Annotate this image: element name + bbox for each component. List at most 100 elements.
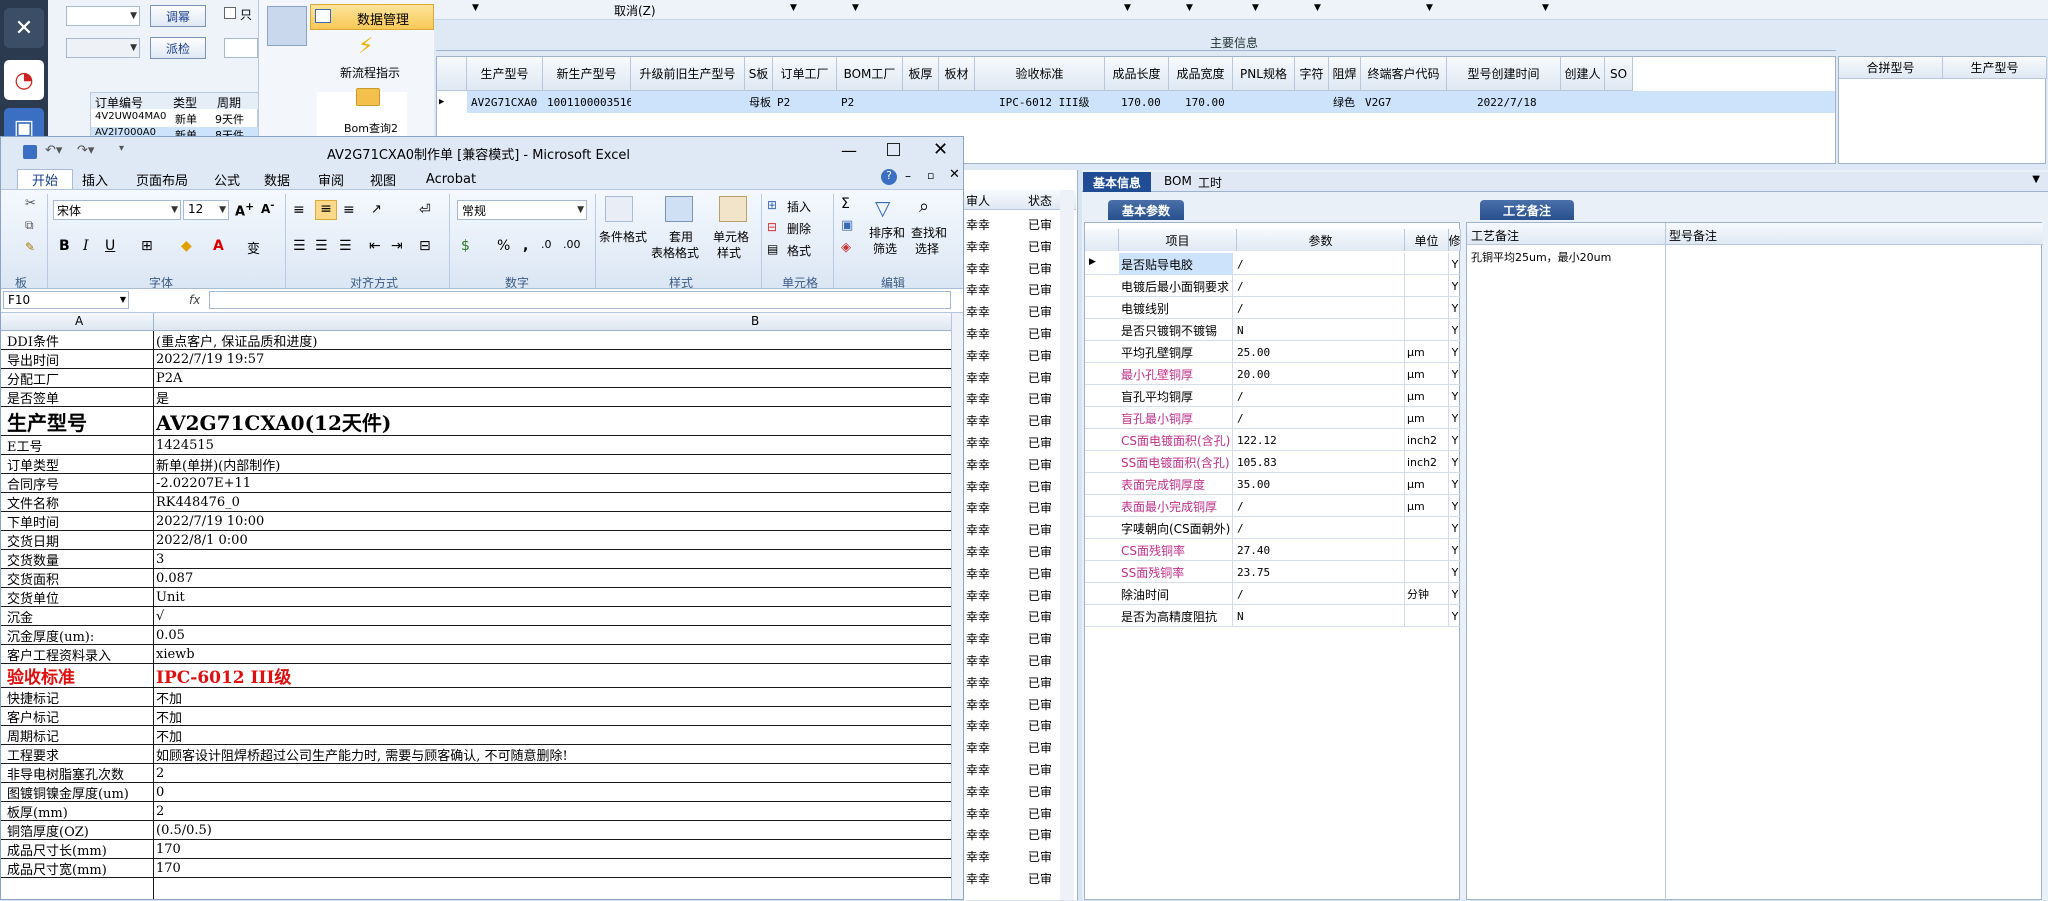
ribbon-close-icon[interactable]: ✕ (949, 167, 960, 182)
format-as-table-label-1[interactable]: 套用 (669, 228, 693, 245)
cell-value[interactable]: Unit (156, 588, 185, 606)
list-cell-reviewer[interactable]: 幸幸 (966, 674, 990, 691)
list-cell-reviewer[interactable]: 幸幸 (966, 761, 990, 778)
tab-bom[interactable]: BOM (1164, 174, 1192, 188)
sheet-row[interactable]: 交货日期 2022/8/1 0:00 (1, 531, 951, 550)
col-header[interactable]: 状态 (1028, 192, 1052, 209)
align-middle-icon[interactable]: ≡ (315, 200, 337, 220)
cell-label[interactable]: 图镀铜镍金厚度(um) (7, 783, 129, 802)
cell-label[interactable]: 快捷标记 (7, 688, 59, 707)
cell-label[interactable]: 非导电树脂塞孔次数 (7, 764, 124, 783)
list-cell-reviewer[interactable]: 幸幸 (966, 652, 990, 669)
param-name[interactable]: SS面电镀面积(含孔) (1119, 451, 1233, 473)
italic-icon[interactable]: I (83, 238, 89, 254)
find-select-icon[interactable]: ⌕ (919, 196, 929, 217)
col-header[interactable]: 板材 (939, 57, 975, 91)
param-flag[interactable]: Y (1449, 561, 1461, 583)
list-cell-reviewer[interactable]: 幸幸 (966, 390, 990, 407)
cell-label[interactable]: 交货日期 (7, 531, 59, 550)
font-color-icon[interactable]: A (213, 238, 224, 254)
column-header-a[interactable]: A (75, 314, 83, 328)
col-header[interactable]: 成品宽度 (1169, 57, 1233, 91)
col-header[interactable]: 升级前旧生产型号 (631, 57, 745, 91)
param-name[interactable]: CS面电镀面积(含孔) (1119, 429, 1233, 451)
list-cell-reviewer[interactable]: 幸幸 (966, 608, 990, 625)
cell-value[interactable]: 不加 (156, 726, 182, 745)
list-cell-reviewer[interactable]: 幸幸 (966, 696, 990, 713)
list-cell-reviewer[interactable]: 幸幸 (966, 216, 990, 233)
list-cell-reviewer[interactable]: 幸幸 (966, 369, 990, 386)
param-value[interactable]: / (1237, 253, 1405, 275)
sheet-row[interactable]: 交货单位 Unit (1, 588, 951, 607)
order-cell[interactable]: 4V2UW04MA0 (95, 111, 166, 122)
sheet-row[interactable]: 交货面积 0.087 (1, 569, 951, 588)
pie-chart-icon[interactable]: ◔ (4, 60, 44, 100)
cell-label[interactable]: 周期标记 (7, 726, 59, 745)
list-cell-reviewer[interactable]: 幸幸 (966, 303, 990, 320)
tab-review[interactable]: 审阅 (311, 169, 351, 189)
maximize-icon[interactable] (887, 143, 900, 156)
col-header[interactable]: 生产型号 (467, 57, 543, 91)
cell-label[interactable]: 铜箔厚度(OZ) (7, 821, 89, 840)
list-cell-reviewer[interactable]: 幸幸 (966, 826, 990, 843)
param-name[interactable]: 最小孔壁铜厚 (1119, 363, 1233, 385)
cell-value[interactable]: 不加 (156, 707, 182, 726)
list-cell-status[interactable]: 已审 (1028, 848, 1052, 865)
list-cell-status[interactable]: 已审 (1028, 652, 1052, 669)
param-flag[interactable]: Y (1449, 605, 1461, 627)
font-name-combo[interactable]: 宋体 ▼ (53, 200, 181, 220)
list-cell-reviewer[interactable]: 幸幸 (966, 347, 990, 364)
cell-label[interactable]: DDI条件 (7, 331, 59, 350)
cell[interactable]: 2022/7/18 (1475, 91, 1555, 113)
col-header[interactable]: PNL规格 (1233, 57, 1295, 91)
param-value[interactable]: / (1237, 517, 1405, 539)
col-header[interactable]: 板厚 (903, 57, 939, 91)
cell-label[interactable]: E工号 (7, 436, 43, 455)
col-header[interactable]: 新生产型号 (543, 57, 631, 91)
param-name[interactable]: 表面完成铜厚度 (1119, 473, 1233, 495)
sort-filter-label-2[interactable]: 筛选 (873, 240, 897, 257)
list-cell-reviewer[interactable]: 幸幸 (966, 325, 990, 342)
cell-label[interactable]: 板厚(mm) (7, 802, 68, 821)
percent-icon[interactable]: % (497, 238, 510, 254)
list-cell-status[interactable]: 已审 (1028, 543, 1052, 560)
insert-cells-button[interactable]: 插入 (787, 198, 811, 215)
cell-value[interactable]: 如顾客设计阻焊桥超过公司生产能力时, 需要与顾客确认, 不可随意删除! (156, 745, 568, 764)
align-bottom-icon[interactable]: ≡ (343, 202, 355, 218)
cell-value[interactable]: RK448476_0 (156, 493, 240, 511)
cell-value[interactable]: 新单(单拼)(内部制作) (156, 455, 280, 474)
list-cell-status[interactable]: 已审 (1028, 238, 1052, 255)
col-header[interactable]: 验收标准 (975, 57, 1105, 91)
sheet-row[interactable]: 导出时间 2022/7/19 19:57 (1, 350, 951, 369)
param-value[interactable]: / (1237, 385, 1405, 407)
list-cell-status[interactable]: 已审 (1028, 369, 1052, 386)
cell[interactable]: 10011000035162 (545, 91, 631, 113)
cell-value[interactable]: 2 (156, 802, 164, 820)
cell[interactable]: P2 (839, 91, 899, 113)
param-value[interactable]: 105.83 (1237, 451, 1405, 473)
worksheet[interactable]: DDI条件 (重点客户, 保证品质和进度) 导出时间 2022/7/19 19:57 分… (1, 331, 951, 899)
format-painter-icon[interactable]: ✎ (25, 240, 35, 254)
param-flag[interactable]: Y (1449, 407, 1461, 429)
list-cell-status[interactable]: 已审 (1028, 390, 1052, 407)
nav-item-data-management[interactable]: 数据管理 (310, 4, 434, 30)
bold-icon[interactable]: B (59, 238, 70, 254)
param-row[interactable]: 是否为高精度阻抗 N Y (1085, 605, 1461, 627)
col-header[interactable]: 工艺备注 (1471, 227, 1519, 244)
cell-styles-icon[interactable] (719, 196, 747, 222)
cell-value[interactable]: 2022/8/1 0:00 (156, 531, 248, 549)
param-name[interactable]: 除油时间 (1119, 583, 1233, 605)
tab-insert[interactable]: 插入 (75, 169, 115, 189)
col-header[interactable]: 合拼型号 (1839, 57, 1943, 79)
param-name[interactable]: 字唛朝向(CS面朝外) (1119, 517, 1233, 539)
param-value[interactable]: / (1237, 583, 1405, 605)
help-icon[interactable]: ? (881, 169, 897, 185)
cell[interactable]: V2G7 (1363, 91, 1443, 113)
list-cell-reviewer[interactable]: 幸幸 (966, 260, 990, 277)
nav-item-new-flow[interactable]: 新流程指示 (340, 64, 400, 81)
list-cell-reviewer[interactable]: 幸幸 (966, 456, 990, 473)
align-top-icon[interactable]: ≡ (293, 202, 305, 218)
cell-value[interactable]: 2022/7/19 19:57 (156, 350, 264, 368)
col-header[interactable]: 项目 (1119, 229, 1237, 251)
cell[interactable]: 170.00 (1183, 91, 1233, 113)
